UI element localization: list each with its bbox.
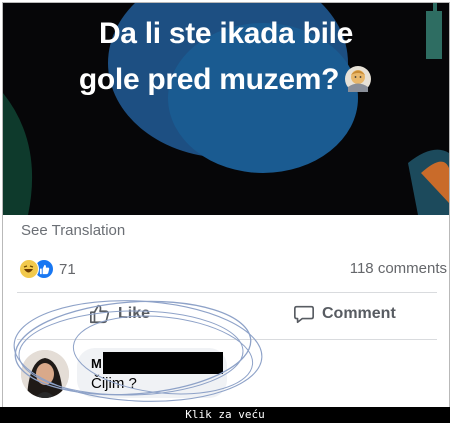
commenter-avatar[interactable] bbox=[21, 350, 69, 398]
reaction-count: 71 bbox=[59, 260, 76, 278]
like-button[interactable]: Like bbox=[89, 303, 150, 325]
haha-reaction-icon bbox=[19, 259, 39, 279]
comment-bubble[interactable]: M Čijim ? bbox=[77, 348, 227, 398]
post-screenshot: Da li ste ikada bile gole pred muzem? Se… bbox=[2, 2, 450, 408]
post-image-caption: Da li ste ikada bile gole pred muzem? bbox=[3, 11, 449, 103]
caption-line-1: Da li ste ikada bile bbox=[98, 17, 354, 50]
comment-text: Čijim ? bbox=[91, 375, 137, 392]
comments-count-link[interactable]: 118 comments bbox=[350, 260, 447, 277]
post-action-bar: Like Comment bbox=[3, 295, 449, 337]
comment-bubble-icon bbox=[294, 305, 314, 324]
divider-top bbox=[17, 292, 437, 293]
author-name-redaction bbox=[103, 352, 223, 374]
comment-button[interactable]: Comment bbox=[293, 303, 396, 325]
person-raising-hands-emoji-icon bbox=[343, 61, 373, 92]
post-image[interactable]: Da li ste ikada bile gole pred muzem? bbox=[3, 3, 449, 215]
footer-bar[interactable]: Klik za veću bbox=[0, 407, 450, 423]
caption-line-2-text: gole pred muzem? bbox=[78, 63, 340, 96]
comment-button-label: Comment bbox=[322, 305, 396, 322]
comment-item: M Čijim ? bbox=[17, 348, 437, 407]
enlarge-link[interactable]: Klik za veću bbox=[185, 408, 264, 421]
comment-author-initial[interactable]: M bbox=[91, 356, 102, 371]
divider-bottom bbox=[17, 339, 437, 340]
reactions-summary[interactable]: 71 bbox=[19, 257, 76, 281]
thumbs-up-icon bbox=[90, 304, 110, 324]
caption-line-2: gole pred muzem? bbox=[3, 57, 449, 103]
see-translation-link[interactable]: See Translation bbox=[21, 222, 125, 239]
like-button-label: Like bbox=[118, 305, 151, 322]
